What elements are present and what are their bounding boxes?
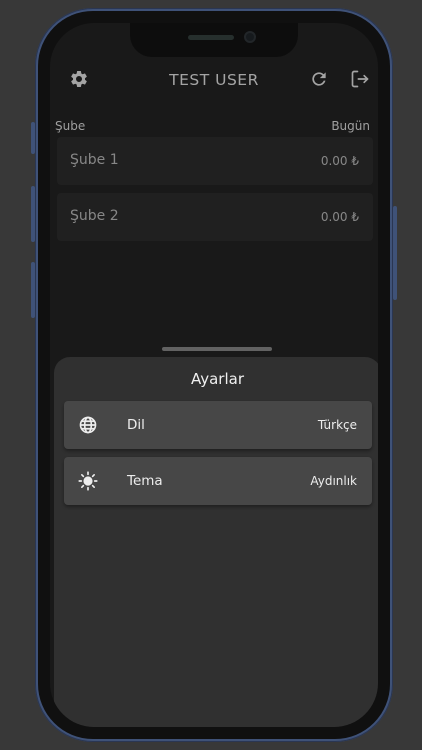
theme-setting[interactable]: Tema Aydınlık [64, 457, 372, 505]
sun-icon [78, 471, 98, 491]
phone-button [31, 122, 35, 154]
language-value: Türkçe [317, 418, 357, 432]
settings-sheet: Ayarlar Dil Türkçe Tema Aydınlık [54, 357, 378, 727]
language-setting[interactable]: Dil Türkçe [64, 401, 372, 449]
language-label: Dil [127, 417, 145, 433]
phone-frame: TEST USER Şube Bugün Şube 1 0.00 ₺ Şube … [35, 8, 393, 742]
sheet-title: Ayarlar [190, 370, 244, 388]
sheet-drag-handle[interactable] [162, 347, 272, 351]
theme-label: Tema [127, 473, 163, 489]
app-screen: TEST USER Şube Bugün Şube 1 0.00 ₺ Şube … [50, 23, 378, 727]
theme-value: Aydınlık [310, 474, 357, 488]
phone-bezel: TEST USER Şube Bugün Şube 1 0.00 ₺ Şube … [38, 11, 390, 739]
phone-button [31, 262, 35, 318]
phone-button [393, 206, 397, 300]
phone-button [31, 186, 35, 242]
globe-icon [79, 416, 97, 434]
